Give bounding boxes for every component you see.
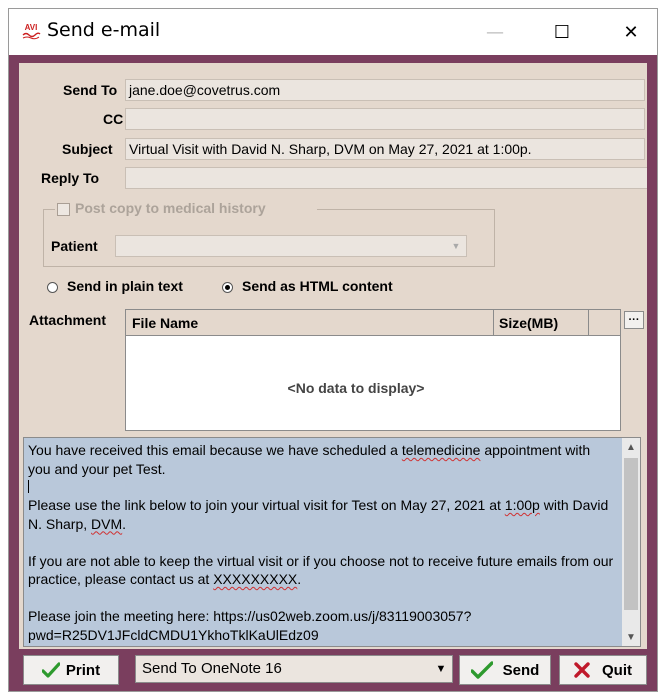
plain-text-radio[interactable]: [47, 282, 58, 293]
window-title: Send e-mail: [47, 19, 161, 41]
send-to-field[interactable]: jane.doe@covetrus.com: [125, 79, 645, 101]
plain-text-label: Send in plain text: [67, 278, 183, 294]
subject-label: Subject: [62, 141, 113, 157]
quit-button[interactable]: Quit: [559, 655, 647, 685]
scroll-down-icon[interactable]: ▼: [622, 628, 640, 646]
group-border: [317, 209, 495, 210]
app-logo-icon: AVI: [21, 21, 41, 41]
minimize-button[interactable]: —: [472, 9, 518, 55]
maximize-button[interactable]: ☐: [539, 9, 585, 55]
window-frame: Send To jane.doe@covetrus.com CC Subject…: [9, 55, 657, 691]
group-border: [43, 209, 55, 210]
email-form: Send To jane.doe@covetrus.com CC Subject…: [19, 63, 647, 649]
column-divider: [493, 310, 494, 336]
scroll-thumb[interactable]: [624, 458, 638, 610]
empty-grid-message: <No data to display>: [287, 380, 425, 396]
post-medical-history-label: Post copy to medical history: [75, 200, 266, 216]
scroll-up-icon[interactable]: ▲: [622, 438, 640, 456]
cc-label: CC: [103, 111, 124, 127]
send-to-label: Send To: [63, 82, 118, 98]
printer-select[interactable]: Send To OneNote 16 ▼: [135, 655, 453, 683]
chevron-down-icon[interactable]: ▼: [448, 238, 464, 254]
send-email-window: AVI Send e-mail — ☐ ✕ Send To jane.doe@c…: [8, 8, 658, 692]
message-body-editor[interactable]: You have received this email because we …: [23, 437, 641, 647]
x-icon: [574, 662, 590, 678]
grid-header: File Name Size(MB): [126, 310, 620, 336]
checkmark-icon: [41, 662, 60, 678]
cc-field[interactable]: [125, 108, 645, 130]
svg-text:AVI: AVI: [25, 23, 38, 32]
reply-to-field[interactable]: [125, 167, 647, 189]
print-button[interactable]: Print: [23, 655, 119, 685]
post-medical-history-checkbox[interactable]: [57, 203, 70, 216]
patient-label: Patient: [51, 238, 98, 254]
html-content-radio[interactable]: [222, 282, 233, 293]
column-divider: [588, 310, 589, 336]
attachment-grid[interactable]: File Name Size(MB) <No data to display>: [125, 309, 621, 431]
checkmark-icon: [470, 661, 493, 679]
message-body-text[interactable]: You have received this email because we …: [28, 441, 614, 644]
body-scrollbar[interactable]: ▲ ▼: [622, 438, 640, 646]
body-paragraph: If you are not able to keep the virtual …: [28, 552, 614, 588]
column-header-size[interactable]: Size(MB): [499, 315, 558, 331]
reply-to-label: Reply To: [41, 170, 100, 186]
title-bar[interactable]: AVI Send e-mail — ☐ ✕: [9, 9, 657, 55]
patient-select[interactable]: ▼: [115, 235, 467, 257]
body-paragraph: You have received this email because we …: [28, 442, 591, 477]
column-header-file-name[interactable]: File Name: [132, 315, 198, 331]
text-cursor: [28, 480, 29, 493]
subject-field[interactable]: Virtual Visit with David N. Sharp, DVM o…: [125, 138, 645, 160]
html-content-label: Send as HTML content: [242, 278, 393, 294]
attachment-label: Attachment: [29, 312, 107, 328]
send-button[interactable]: Send: [459, 655, 551, 685]
chevron-down-icon[interactable]: ▼: [433, 660, 449, 678]
body-paragraph: Please join the meeting here: https://us…: [28, 608, 472, 643]
add-attachment-button[interactable]: ···: [624, 311, 644, 329]
body-paragraph: Please use the link below to join your v…: [28, 497, 609, 532]
close-button[interactable]: ✕: [608, 9, 654, 55]
